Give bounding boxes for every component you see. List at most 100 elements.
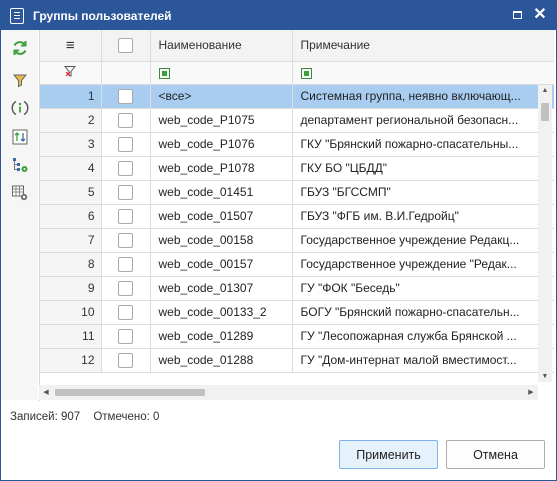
- column-header-name[interactable]: Наименование: [150, 30, 293, 62]
- row-checkbox[interactable]: [118, 112, 133, 128]
- row-name[interactable]: web_code_P1078: [150, 156, 293, 181]
- tree-settings-icon: [13, 158, 28, 172]
- row-number: 10: [40, 300, 102, 325]
- row-name[interactable]: web_code_00157: [150, 252, 293, 277]
- horizontal-scrollbar[interactable]: ◀ ▶: [39, 385, 538, 400]
- table-row[interactable]: 7 web_code_00158 Государственное учреждени…: [40, 228, 554, 253]
- row-note[interactable]: ГКУ "Брянский пожарно-спасательны...: [292, 132, 554, 157]
- title-bar[interactable]: Группы пользователей ✕: [1, 1, 556, 30]
- row-checkbox-cell[interactable]: [101, 180, 151, 205]
- row-note[interactable]: ГУ "Дом-интернат малой вместимост...: [292, 348, 554, 373]
- row-checkbox[interactable]: [118, 232, 133, 248]
- table-row[interactable]: 6 web_code_01507 ГБУЗ "ФГБ им. В.И.Гедройц…: [40, 204, 554, 229]
- table-row[interactable]: 12 web_code_01288 ГУ "Дом-интернат малой в…: [40, 348, 554, 373]
- apply-button[interactable]: Применить: [339, 440, 438, 469]
- grid-settings-icon: [12, 185, 28, 201]
- info-icon: [11, 100, 29, 116]
- scroll-down-arrow-icon[interactable]: ▼: [538, 373, 552, 380]
- row-note[interactable]: Системная группа, неявно включающ...: [292, 84, 554, 109]
- row-name[interactable]: web_code_01307: [150, 276, 293, 301]
- row-checkbox-cell[interactable]: [101, 228, 151, 253]
- row-checkbox[interactable]: [118, 328, 133, 344]
- row-checkbox[interactable]: [118, 88, 133, 104]
- row-name[interactable]: web_code_P1075: [150, 108, 293, 133]
- sort-button[interactable]: [9, 126, 31, 148]
- vertical-scrollbar[interactable]: ▲ ▼: [538, 85, 552, 382]
- row-checkbox-cell[interactable]: [101, 348, 151, 373]
- row-checkbox[interactable]: [118, 160, 133, 176]
- table-row[interactable]: 1 <все> Системная группа, неявно включающ.…: [40, 84, 554, 109]
- row-note[interactable]: ГУ "Лесопожарная служба Брянской ...: [292, 324, 554, 349]
- column-menu-button[interactable]: ≡: [40, 30, 102, 62]
- row-note[interactable]: департамент региональной безопасн...: [292, 108, 554, 133]
- scroll-left-arrow-icon[interactable]: ◀: [39, 388, 53, 396]
- row-number: 11: [40, 324, 102, 349]
- row-name[interactable]: web_code_P1076: [150, 132, 293, 157]
- horizontal-scroll-thumb[interactable]: [55, 389, 205, 396]
- row-name[interactable]: <все>: [150, 84, 293, 109]
- row-checkbox[interactable]: [118, 352, 133, 368]
- row-checkbox-cell[interactable]: [101, 156, 151, 181]
- row-checkbox-cell[interactable]: [101, 132, 151, 157]
- row-checkbox-cell[interactable]: [101, 300, 151, 325]
- row-note[interactable]: ГУ "ФОК "Беседь": [292, 276, 554, 301]
- table-row[interactable]: 9 web_code_01307 ГУ "ФОК "Беседь": [40, 276, 554, 301]
- close-button[interactable]: ✕: [531, 7, 549, 23]
- filter-button[interactable]: [9, 69, 31, 91]
- row-note[interactable]: Государственное учреждение Редакц...: [292, 228, 554, 253]
- header-row: ≡ Наименование Примечание Г: [40, 30, 554, 62]
- row-checkbox[interactable]: [118, 304, 133, 320]
- row-checkbox-cell[interactable]: [101, 108, 151, 133]
- row-checkbox-cell[interactable]: [101, 84, 151, 109]
- row-note[interactable]: БОГУ "Брянский пожарно-спасательн...: [292, 300, 554, 325]
- row-checkbox[interactable]: [118, 184, 133, 200]
- row-checkbox[interactable]: [118, 280, 133, 296]
- row-checkbox[interactable]: [118, 256, 133, 272]
- table-row[interactable]: 3 web_code_P1076 ГКУ "Брянский пожарно-спа…: [40, 132, 554, 157]
- row-name[interactable]: web_code_00133_2: [150, 300, 293, 325]
- row-number: 12: [40, 348, 102, 373]
- row-number: 3: [40, 132, 102, 157]
- checked-count: Отмечено: 0: [93, 411, 160, 423]
- table-row[interactable]: 5 web_code_01451 ГБУЗ "БГССМП": [40, 180, 554, 205]
- row-checkbox[interactable]: [118, 136, 133, 152]
- column-header-note[interactable]: Примечание: [292, 30, 554, 62]
- scroll-up-arrow-icon[interactable]: ▲: [538, 87, 552, 94]
- info-button[interactable]: [9, 97, 31, 119]
- table-row[interactable]: 11 web_code_01289 ГУ "Лесопожарная служба …: [40, 324, 554, 349]
- table-row[interactable]: 10 web_code_00133_2 БОГУ "Брянский пожарно…: [40, 300, 554, 325]
- table-row[interactable]: 4 web_code_P1078 ГКУ БО "ЦБДД": [40, 156, 554, 181]
- row-note[interactable]: ГКУ БО "ЦБДД": [292, 156, 554, 181]
- select-all-checkbox[interactable]: [118, 37, 133, 53]
- status-bar: Записей: 907 Отмечено: 0: [10, 411, 169, 423]
- row-name[interactable]: web_code_01288: [150, 348, 293, 373]
- filter-icon: [12, 74, 28, 88]
- row-checkbox-cell[interactable]: [101, 276, 151, 301]
- row-checkbox-cell[interactable]: [101, 324, 151, 349]
- cancel-button[interactable]: Отмена: [446, 440, 545, 469]
- row-name[interactable]: web_code_01507: [150, 204, 293, 229]
- table-row[interactable]: 8 web_code_00157 Государственное учреждени…: [40, 252, 554, 277]
- refresh-button[interactable]: [9, 37, 31, 59]
- filter-note-cell[interactable]: [292, 61, 554, 85]
- row-checkbox-cell[interactable]: [101, 252, 151, 277]
- table-row[interactable]: 2 web_code_P1075 департамент региональной …: [40, 108, 554, 133]
- tree-settings-button[interactable]: [9, 154, 31, 176]
- grid-settings-button[interactable]: [9, 182, 31, 204]
- vertical-scroll-thumb[interactable]: [541, 103, 549, 121]
- clear-filter-cell[interactable]: [40, 61, 102, 85]
- filter-name-cell[interactable]: [150, 61, 293, 85]
- filter-checkbox-cell: [101, 61, 151, 85]
- row-checkbox[interactable]: [118, 208, 133, 224]
- scroll-right-arrow-icon[interactable]: ▶: [524, 388, 538, 396]
- row-number: 2: [40, 108, 102, 133]
- row-note[interactable]: ГБУЗ "БГССМП": [292, 180, 554, 205]
- row-note[interactable]: Государственное учреждение "Редак...: [292, 252, 554, 277]
- select-all-header[interactable]: [101, 30, 151, 62]
- maximize-button[interactable]: [508, 7, 526, 23]
- row-checkbox-cell[interactable]: [101, 204, 151, 229]
- row-name[interactable]: web_code_01451: [150, 180, 293, 205]
- row-note[interactable]: ГБУЗ "ФГБ им. В.И.Гедройц": [292, 204, 554, 229]
- row-name[interactable]: web_code_00158: [150, 228, 293, 253]
- row-name[interactable]: web_code_01289: [150, 324, 293, 349]
